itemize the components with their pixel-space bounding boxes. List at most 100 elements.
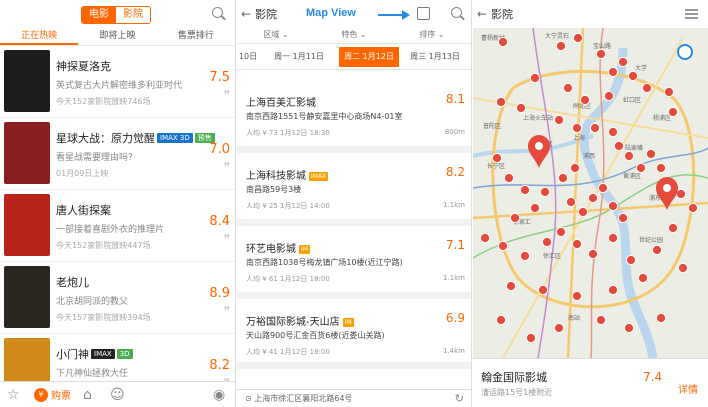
cinema-map-pin[interactable] — [577, 206, 589, 218]
profile-icon[interactable]: ◉ — [213, 387, 225, 403]
cinema-map-pin[interactable] — [587, 192, 599, 204]
cinema-map-pin[interactable] — [509, 212, 521, 224]
cinema-map-pin[interactable] — [562, 82, 574, 94]
cinema-map-pin[interactable] — [667, 106, 679, 118]
date-item[interactable]: 10日 — [237, 51, 259, 62]
cinema-map-pin[interactable] — [529, 72, 541, 84]
filter-region[interactable]: 区域 ⌄ — [237, 28, 315, 43]
movie-poster[interactable] — [4, 122, 50, 184]
tab-coming-soon[interactable]: 即将上映 — [78, 28, 156, 45]
cinema-map-pin[interactable] — [587, 248, 599, 260]
gift-icon[interactable]: ⌂ — [83, 387, 92, 403]
cinema-map-pin[interactable] — [687, 202, 699, 214]
cinema-map-pin[interactable] — [597, 182, 609, 194]
cinema-map-pin[interactable] — [529, 202, 541, 214]
cinema-map-pin[interactable] — [479, 232, 491, 244]
tab-ranking[interactable]: 售票排行 — [157, 28, 235, 45]
cinema-map-pin[interactable] — [505, 280, 517, 292]
cinema-map-pin[interactable] — [497, 36, 509, 48]
cinema-map-pin[interactable] — [623, 322, 635, 334]
cinema-map-pin[interactable] — [571, 290, 583, 302]
cinema-map-pin[interactable] — [607, 284, 619, 296]
cinema-map-pin[interactable] — [589, 122, 601, 134]
cinema-list-item[interactable]: 上海科技影城 IMAX 南昌路59号3楼 人均 ¥ 25 1月12日 14:00 8.2… — [237, 153, 471, 226]
cinema-map-pin[interactable] — [667, 222, 679, 234]
cinema-map-pin[interactable] — [555, 226, 567, 238]
chat-icon[interactable]: ☺ — [110, 387, 125, 403]
date-item[interactable]: 周三 1月13日 — [399, 51, 471, 62]
movie-list-item[interactable]: 老炮儿 北京胡同派的教父 今天157家影院放映394场 8.9 ❞ — [0, 262, 235, 334]
movie-list-item[interactable]: 神探夏洛克 英式复古大片解密维多利亚时代 今天152家影院放映746场 7.5 ❞ — [0, 46, 235, 118]
segment-cinemas[interactable]: 影院 — [116, 7, 150, 23]
cinema-map-pin[interactable] — [515, 102, 527, 114]
filter-sort[interactable]: 排序 ⌄ — [393, 28, 471, 43]
locate-me-icon[interactable] — [677, 44, 693, 60]
date-item[interactable]: 周一 1月11日 — [259, 51, 339, 62]
map-view-icon[interactable] — [417, 7, 430, 20]
cinema-map-pin[interactable] — [607, 200, 619, 212]
cinema-list-item[interactable]: 万裕国际影城-天山店 IM 天山路900号汇金百货6楼(近娄山关路) 人均 ¥ 41 … — [237, 299, 471, 369]
map-canvas[interactable]: 曹杨新村大宁灵石宝山路大学虹口区上海火车站长宁区浦西杨浦区陆家嘴上海徐家汇浦东新… — [473, 28, 708, 358]
cinema-map-pin[interactable] — [637, 272, 649, 284]
movie-list-item[interactable]: 星球大战：原力觉醒 IMAX 3D 预售 看星战需要理由吗？ 01月09日上映 7.0 ❞ — [0, 118, 235, 190]
cinema-map-pin[interactable] — [675, 188, 687, 200]
cinema-map-pin[interactable] — [623, 150, 635, 162]
cinema-map-pin[interactable] — [625, 254, 637, 266]
date-item-active[interactable]: 周二 1月12日 — [339, 46, 399, 67]
cinema-map-pin[interactable] — [572, 32, 584, 44]
cinema-map-pin[interactable] — [553, 114, 565, 126]
movie-poster[interactable] — [4, 50, 50, 112]
back-icon[interactable]: ← — [477, 7, 487, 21]
cinema-map-pin[interactable] — [613, 140, 625, 152]
cinema-map-pin[interactable] — [519, 184, 531, 196]
cinema-map-pin[interactable] — [607, 232, 619, 244]
cinema-map-pin[interactable] — [519, 250, 531, 262]
filter-feature[interactable]: 特色 ⌄ — [315, 28, 393, 43]
cinema-map[interactable]: 曹杨新村大宁灵石宝山路大学虹口区上海火车站长宁区浦西杨浦区陆家嘴上海徐家汇浦东新… — [473, 28, 708, 358]
cinema-map-pin[interactable] — [635, 162, 647, 174]
cinema-map-pin[interactable] — [571, 122, 583, 134]
cinema-map-pin[interactable] — [617, 212, 629, 224]
cinema-map-pin[interactable] — [565, 196, 577, 208]
cinema-map-pin[interactable] — [645, 148, 657, 160]
search-icon[interactable] — [212, 7, 226, 21]
cinema-map-pin[interactable] — [579, 94, 591, 106]
cinema-list-item[interactable]: 环艺电影城 IM 南京西路1038号梅龙镇广场10楼(近江宁路) 人均 ¥ 61 1月… — [237, 226, 471, 299]
selected-cinema-card[interactable]: 翰金国际影城 漕运路15号1楼附近 7.4 详情 — [473, 358, 708, 407]
cinema-list-item[interactable]: 上海百美汇影城 南京西路1551号静安嘉里中心商场N4-01室 人均 ¥ 73 1月… — [237, 80, 471, 153]
cinema-map-pin[interactable] — [555, 40, 567, 52]
cinema-map-pin[interactable] — [607, 66, 619, 78]
cinema-map-pin[interactable] — [537, 284, 549, 296]
cinema-map-pin[interactable] — [495, 314, 507, 326]
cinema-map-pin[interactable] — [553, 322, 565, 334]
search-icon[interactable] — [451, 7, 465, 21]
cinema-map-pin[interactable] — [571, 238, 583, 250]
cinema-map-pin[interactable] — [603, 90, 615, 102]
buy-tickets-button[interactable]: ¥ 购票 — [34, 387, 71, 402]
cinema-map-pin[interactable] — [607, 126, 619, 138]
cinema-map-pin[interactable] — [617, 56, 629, 68]
segment-movies[interactable]: 电影 — [82, 7, 116, 23]
movie-poster[interactable] — [4, 266, 50, 328]
back-icon[interactable]: ← — [241, 7, 251, 21]
cinema-map-pin[interactable] — [569, 162, 581, 174]
cinema-map-pin[interactable] — [677, 262, 689, 274]
cinema-map-pin[interactable] — [541, 236, 553, 248]
cinema-map-pin[interactable] — [627, 70, 639, 82]
cinema-map-pin[interactable] — [503, 172, 515, 184]
cinema-map-pin[interactable] — [495, 96, 507, 108]
refresh-icon[interactable]: ↻ — [455, 392, 464, 405]
cinema-map-pin[interactable] — [663, 86, 675, 98]
cinema-map-pin[interactable] — [525, 332, 537, 344]
cinema-map-pin[interactable] — [595, 48, 607, 60]
cinema-map-pin[interactable] — [651, 244, 663, 256]
cinema-map-pin[interactable] — [539, 186, 551, 198]
cinema-map-pin[interactable] — [655, 162, 667, 174]
cinema-map-pin[interactable] — [491, 152, 503, 164]
cinema-map-pin[interactable] — [497, 240, 509, 252]
cinema-map-pin[interactable] — [655, 312, 667, 324]
movie-list-item[interactable]: 唐人街探案 一部接着喜剧外衣的推理片 今天152家影院放映447场 8.4 ❞ — [0, 190, 235, 262]
cinema-map-pin[interactable] — [595, 314, 607, 326]
movie-poster[interactable] — [4, 194, 50, 256]
cinema-map-pin[interactable] — [557, 172, 569, 184]
